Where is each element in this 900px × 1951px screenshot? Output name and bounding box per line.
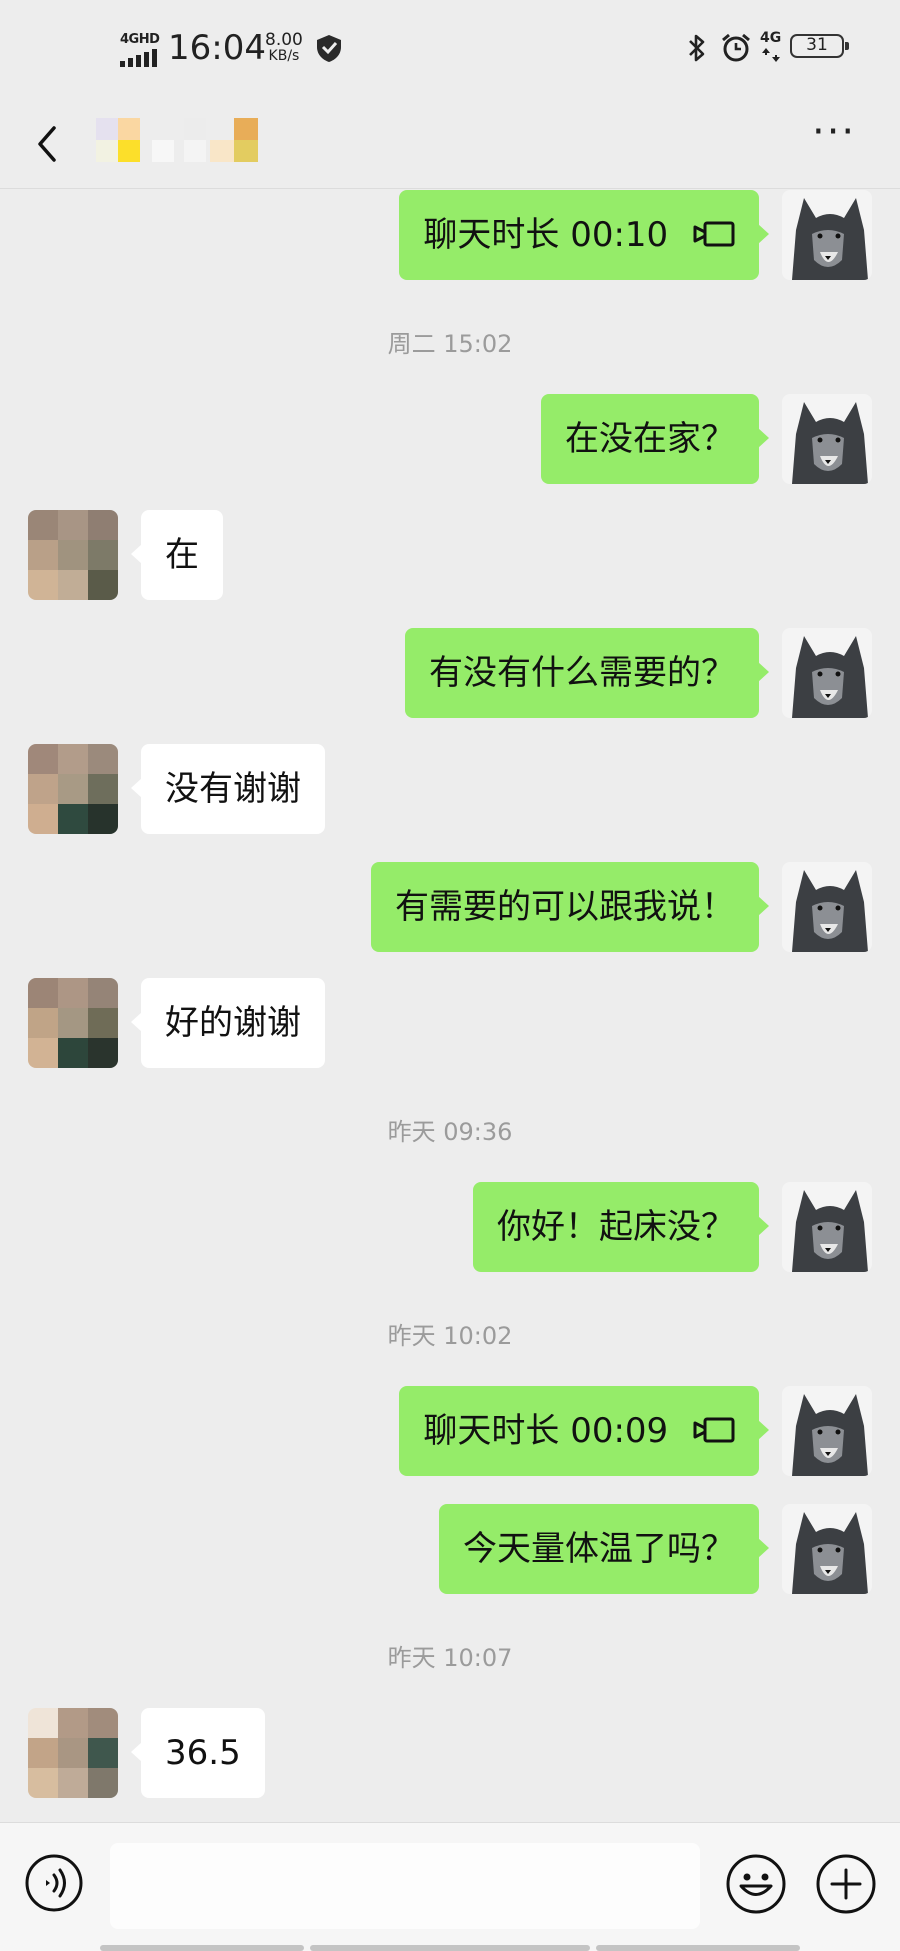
my-message-bubble[interactable]: 有需要的可以跟我说！ [371,862,769,952]
battery-icon: 31 [790,34,849,58]
timestamp: 周二 15:02 [387,330,513,358]
message-row: 没有谢谢 [0,744,900,834]
video-call-icon [693,1417,735,1442]
mobile-data-label: 4G [760,30,782,46]
contact-avatar[interactable] [28,978,118,1068]
timestamp: 昨天 10:02 [387,1322,513,1350]
my-avatar[interactable] [782,628,872,718]
wolf-icon [792,198,868,280]
message-row: 聊天时长 00:10 [0,190,900,280]
battery-level: 31 [806,35,828,55]
network-speed: 8.00 KB/s [265,30,303,65]
mobile-data-icon: 4G [760,30,784,64]
video-call-bubble[interactable]: 聊天时长 00:09 [399,1386,769,1476]
message-row: 在 [0,510,900,600]
call-duration-text: 聊天时长 00:09 [423,1411,669,1451]
my-avatar[interactable] [782,394,872,484]
message-row: 36.5 [0,1708,900,1798]
chevron-left-icon[interactable] [28,118,68,170]
status-time: 16:04 [168,28,266,68]
my-message-bubble[interactable]: 你好！起床没？ [473,1182,769,1272]
message-row: 在没在家？ [0,394,900,484]
network-speed-unit: KB/s [268,48,300,64]
contact-message-bubble[interactable]: 好的谢谢 [131,978,325,1068]
message-input[interactable] [110,1843,700,1929]
call-duration-text: 聊天时长 00:10 [423,215,669,255]
message-row: 有需要的可以跟我说！ [0,862,900,952]
my-avatar[interactable] [782,1386,872,1476]
video-call-icon [693,221,735,246]
wolf-icon [792,870,868,952]
my-message-bubble[interactable]: 有没有什么需要的？ [405,628,769,718]
my-avatar[interactable] [782,862,872,952]
plus-icon[interactable] [815,1853,877,1915]
chat-header: ··· [0,100,900,189]
shield-icon [317,35,341,62]
input-bar [0,1822,900,1951]
my-message-bubble[interactable]: 在没在家？ [541,394,769,484]
contact-avatar[interactable] [28,1708,118,1798]
wolf-icon [792,1512,868,1594]
home-indicator [596,1945,800,1951]
home-indicator [310,1945,590,1951]
message-row: 好的谢谢 [0,978,900,1068]
more-dots-icon[interactable]: ··· [812,112,872,162]
wolf-icon [792,402,868,484]
timestamp: 昨天 10:07 [387,1644,513,1672]
contact-avatar[interactable] [28,744,118,834]
timestamp: 昨天 09:36 [387,1118,513,1146]
message-row: 有没有什么需要的？ [0,628,900,718]
wolf-icon [792,636,868,718]
network-type-label: 4GHD [120,32,160,47]
message-row: 你好！起床没？ [0,1182,900,1272]
status-bar: 4GHD 16:04 8.00 KB/s 4G 31 [0,0,900,100]
my-avatar[interactable] [782,190,872,280]
my-avatar[interactable] [782,1182,872,1272]
message-row: 今天量体温了吗？ [0,1504,900,1594]
wolf-icon [792,1190,868,1272]
wolf-icon [792,1394,868,1476]
contact-name-pixelated[interactable] [96,118,286,164]
my-message-bubble[interactable]: 今天量体温了吗？ [439,1504,769,1594]
voice-icon[interactable] [24,1853,84,1913]
contact-message-bubble[interactable]: 没有谢谢 [131,744,325,834]
video-call-bubble[interactable]: 聊天时长 00:10 [399,190,769,280]
my-avatar[interactable] [782,1504,872,1594]
home-indicator [100,1945,304,1951]
contact-avatar[interactable] [28,510,118,600]
emoji-icon[interactable] [725,1853,787,1915]
bluetooth-icon [689,34,705,62]
contact-message-bubble[interactable]: 36.5 [131,1708,265,1798]
message-row: 聊天时长 00:09 [0,1386,900,1476]
network-speed-value: 8.00 [265,30,303,50]
contact-message-bubble[interactable]: 在 [131,510,223,600]
message-list[interactable]: 聊天时长 00:10 周二 15:02 在没在家？ 在 有没有什么需要的？ 没有… [0,188,900,1822]
alarm-icon [722,33,750,62]
